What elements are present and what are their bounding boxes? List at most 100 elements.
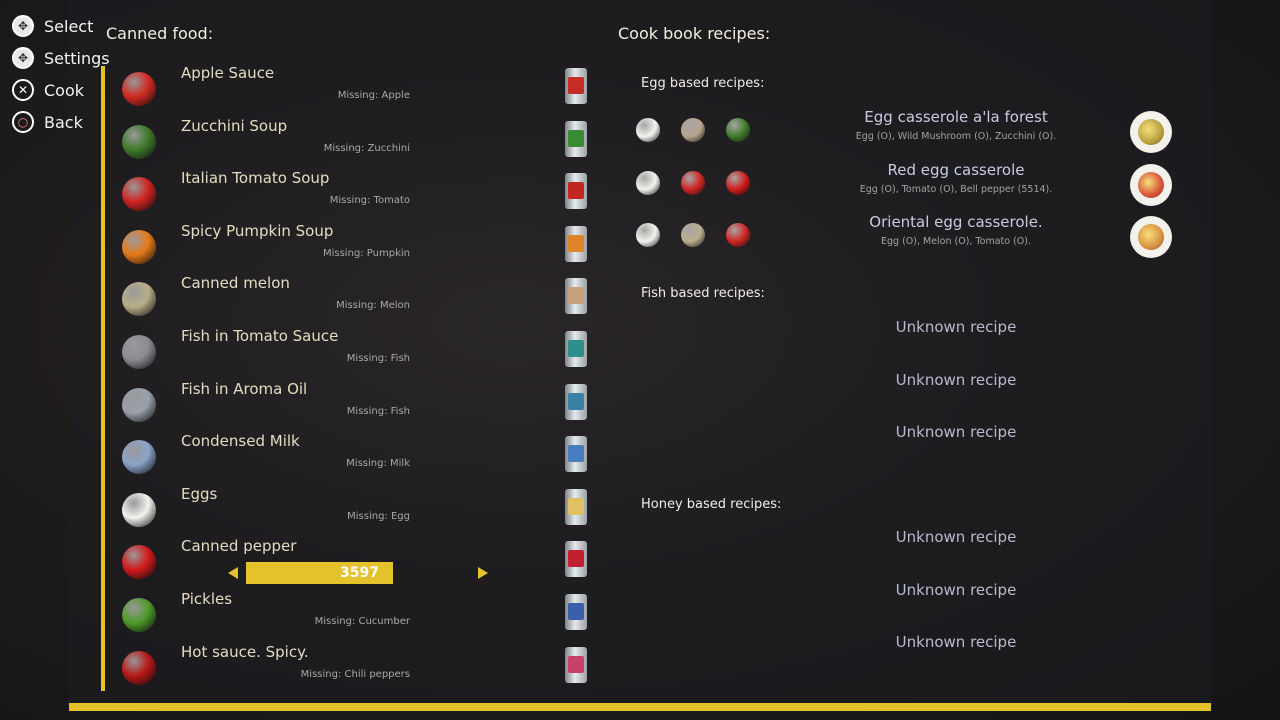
- can-label: [568, 550, 584, 568]
- unknown-recipe[interactable]: Unknown recipe: [820, 318, 1092, 336]
- can-label: [568, 182, 584, 200]
- can-icon: [565, 331, 587, 367]
- food-name: Italian Tomato Soup: [181, 169, 330, 188]
- recipe-name[interactable]: Red egg casserole: [820, 161, 1092, 179]
- recipe-name[interactable]: Egg casserole a'la forest: [820, 108, 1092, 126]
- arrow-right-icon[interactable]: [478, 567, 488, 579]
- settings-control[interactable]: ✥ Settings: [12, 46, 110, 70]
- ingredient-icon: [122, 440, 156, 475]
- food-row[interactable]: Zucchini Soup Missing: Zucchini: [110, 117, 600, 169]
- ingredient-icon: [122, 229, 156, 264]
- ingredient-icon: [122, 335, 156, 369]
- dish-icon: [1130, 111, 1172, 153]
- food-name: Eggs: [181, 484, 218, 503]
- food-name: Hot sauce. Spicy.: [181, 642, 309, 661]
- cook-control[interactable]: ✕ Cook: [12, 78, 84, 102]
- food-row[interactable]: Canned melon Missing: Melon: [110, 274, 600, 326]
- food-name: Zucchini Soup: [181, 116, 288, 135]
- ingredient-icon: [122, 492, 156, 527]
- can-icon: [565, 436, 587, 473]
- can-icon: [565, 278, 587, 315]
- can-icon: [565, 68, 587, 104]
- food-missing: Missing: Melon: [336, 300, 410, 312]
- can-label: [568, 340, 584, 357]
- dish-icon: [1130, 216, 1172, 258]
- can-icon: [565, 488, 587, 525]
- back-label: Back: [44, 112, 83, 132]
- can-label: [568, 77, 584, 94]
- unknown-recipe[interactable]: Unknown recipe: [820, 371, 1092, 389]
- food-missing: Missing: Cucumber: [314, 616, 410, 627]
- food-name: Spicy Pumpkin Soup: [181, 221, 334, 240]
- cookbook-title: Cook book recipes:: [618, 24, 771, 43]
- recipe-name[interactable]: Oriental egg casserole.: [820, 213, 1092, 231]
- tomato-icon: [726, 223, 750, 247]
- recipe-ingredients: Egg (O), Tomato (O), Bell pepper (5514).: [859, 183, 1053, 195]
- can-icon: [565, 541, 587, 578]
- quantity-selector[interactable]: 3597: [228, 562, 490, 584]
- can-icon: [565, 173, 587, 210]
- egg-section-title: Egg based recipes:: [641, 76, 765, 91]
- food-row[interactable]: Pickles Missing: Cucumber: [110, 590, 600, 642]
- unknown-recipe[interactable]: Unknown recipe: [820, 581, 1092, 599]
- food-name: Pickles: [181, 590, 233, 608]
- recipe-ingredients: Egg (O), Wild Mushroom (O), Zucchini (O)…: [855, 131, 1057, 142]
- ingredient-icon: [122, 282, 156, 317]
- food-row[interactable]: Eggs Missing: Egg: [110, 485, 600, 537]
- back-control[interactable]: ○ Back: [12, 110, 83, 134]
- ingredient-icon: [122, 124, 156, 159]
- food-row[interactable]: Fish in Tomato Sauce Missing: Fish: [110, 327, 600, 379]
- cook-label: Cook: [44, 80, 85, 100]
- can-label: [568, 445, 584, 463]
- unknown-recipe[interactable]: Unknown recipe: [820, 423, 1092, 441]
- quantity-bar: 3597: [246, 562, 393, 584]
- dish-food: [1138, 119, 1164, 145]
- food-name: Canned melon: [181, 274, 290, 293]
- ingredient-icon: [122, 387, 156, 422]
- honey-section-title: Honey based recipes:: [641, 497, 782, 512]
- mushroom-icon: [681, 118, 705, 142]
- food-name: Apple Sauce: [181, 64, 275, 82]
- selection-line: [101, 66, 105, 691]
- canned-food-title: Canned food:: [106, 24, 214, 43]
- circle-button-icon: ○: [12, 111, 34, 133]
- food-missing: Missing: Apple: [337, 90, 410, 101]
- can-icon: [565, 646, 587, 683]
- dpad-icon: ✥: [12, 47, 34, 69]
- can-label: [568, 392, 584, 410]
- food-missing: Missing: Pumpkin: [322, 247, 410, 259]
- food-name: Canned pepper: [181, 537, 297, 556]
- food-row[interactable]: Spicy Pumpkin Soup Missing: Pumpkin: [110, 222, 600, 274]
- tomato-icon: [681, 170, 705, 195]
- unknown-recipe[interactable]: Unknown recipe: [820, 633, 1092, 651]
- can-label: [568, 497, 584, 515]
- food-name: Fish in Tomato Sauce: [181, 327, 339, 345]
- ingredient-icon: [122, 598, 156, 632]
- food-missing: Missing: Fish: [346, 353, 410, 364]
- food-missing: Missing: Chili peppers: [300, 668, 410, 680]
- dpad-icon: ✥: [12, 15, 34, 37]
- bell-pepper-icon: [726, 170, 750, 195]
- food-row[interactable]: Apple Sauce Missing: Apple: [110, 64, 600, 116]
- arrow-left-icon[interactable]: [228, 567, 238, 579]
- food-missing: Missing: Tomato: [329, 195, 410, 207]
- cross-button-icon: ✕: [12, 79, 34, 101]
- food-name: Fish in Aroma Oil: [181, 379, 308, 398]
- can-icon: [565, 120, 587, 157]
- dish-food: [1138, 224, 1164, 250]
- food-row[interactable]: Italian Tomato Soup Missing: Tomato: [110, 169, 600, 221]
- recipe-ingredients: Egg (O), Melon (O), Tomato (O).: [880, 236, 1032, 247]
- can-icon: [565, 383, 587, 420]
- egg-icon: [636, 170, 660, 195]
- dish-food: [1138, 171, 1164, 198]
- food-row[interactable]: Fish in Aroma Oil Missing: Fish: [110, 380, 600, 432]
- ingredient-icon: [122, 72, 156, 106]
- select-control[interactable]: ✥ Select: [12, 14, 93, 38]
- can-label: [568, 287, 584, 305]
- food-missing: Missing: Zucchini: [323, 142, 410, 154]
- can-label: [568, 234, 584, 252]
- food-row[interactable]: Condensed Milk Missing: Milk: [110, 432, 600, 484]
- food-row[interactable]: Hot sauce. Spicy. Missing: Chili peppers: [110, 643, 600, 695]
- can-label: [568, 655, 584, 673]
- unknown-recipe[interactable]: Unknown recipe: [820, 528, 1092, 546]
